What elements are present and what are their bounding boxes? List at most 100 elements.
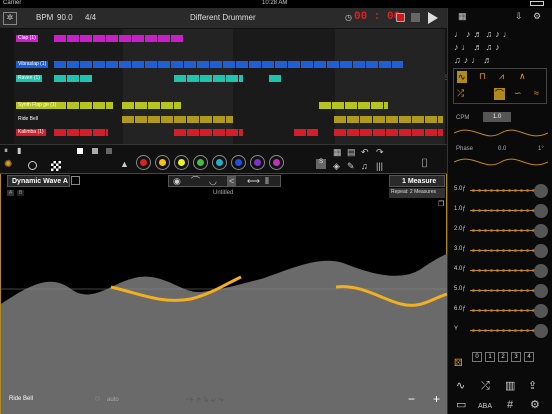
preset-name[interactable]: Untitled <box>213 190 233 196</box>
step-cell[interactable] <box>332 102 344 109</box>
color-swatch[interactable] <box>212 155 227 170</box>
step-cell[interactable] <box>106 61 118 68</box>
step-cell[interactable] <box>80 35 92 42</box>
track-row[interactable]: Clap (1) <box>14 34 444 43</box>
step-cell[interactable] <box>200 116 212 123</box>
step-cell[interactable] <box>412 129 424 136</box>
step-cell[interactable] <box>187 116 199 123</box>
step-cell[interactable] <box>226 116 233 123</box>
step-cell[interactable] <box>327 61 339 68</box>
step-cell[interactable] <box>135 116 147 123</box>
step-cell[interactable] <box>373 116 385 123</box>
step-cell[interactable] <box>161 116 173 123</box>
folder-icon[interactable]: ▭ <box>456 400 466 411</box>
step-cell[interactable] <box>213 129 225 136</box>
record-button[interactable] <box>396 13 405 22</box>
note-values[interactable]: ♩♪♬♫♪♩ ♪♩♬♫♪ ♫♪♩♬ <box>454 28 548 68</box>
stop-button[interactable] <box>411 13 420 22</box>
step-cell[interactable] <box>93 129 105 136</box>
zoom-out-button[interactable]: − <box>408 392 415 406</box>
piano-icon[interactable]: ▤ <box>347 147 356 157</box>
step-cell[interactable] <box>347 129 359 136</box>
columns-icon[interactable]: ⦀ <box>265 176 269 186</box>
download-icon[interactable]: ⇩ <box>515 11 523 21</box>
step-cell[interactable] <box>301 61 313 68</box>
step-cell[interactable] <box>184 61 196 68</box>
step-cell[interactable] <box>148 116 160 123</box>
step-cell[interactable] <box>171 35 183 42</box>
step-cell[interactable] <box>213 116 225 123</box>
slider-gear-icon[interactable] <box>534 244 548 258</box>
step-cell[interactable] <box>366 61 378 68</box>
step-cell[interactable] <box>119 61 131 68</box>
slider-gear-icon[interactable] <box>534 204 548 218</box>
track-row[interactable]: Synth Flap ge (1) <box>14 101 444 110</box>
square-white-icon[interactable] <box>77 148 83 154</box>
step-cell[interactable] <box>373 129 385 136</box>
step-cell[interactable] <box>334 116 346 123</box>
step-cell[interactable] <box>174 129 186 136</box>
step-cell[interactable] <box>340 61 352 68</box>
step-cell[interactable] <box>379 61 391 68</box>
expand-icon[interactable] <box>71 176 80 185</box>
circle-tool-icon[interactable] <box>28 161 37 170</box>
number-button[interactable]: 0 <box>472 352 482 362</box>
number-button[interactable]: 1 <box>485 352 495 362</box>
curve-c-icon[interactable]: ≈ <box>534 88 539 98</box>
step-cell[interactable] <box>93 35 105 42</box>
step-cell[interactable] <box>239 129 243 136</box>
step-cell[interactable] <box>106 129 108 136</box>
mixer-icon[interactable]: ▥ <box>505 381 515 392</box>
step-cell[interactable] <box>249 61 261 68</box>
track-label[interactable]: Raven (1) <box>16 75 42 82</box>
step-cell[interactable] <box>334 129 346 136</box>
song-title[interactable]: Different Drummer <box>190 13 256 22</box>
color-swatch[interactable] <box>155 155 170 170</box>
param-slider[interactable]: 4.0ƒ <box>448 260 552 282</box>
shape-preset-icons[interactable]: ⤳ ⤴ ⤵ ⤶ ⤷ <box>186 394 223 404</box>
step-cell[interactable] <box>360 129 372 136</box>
slider-gear-icon[interactable] <box>534 304 548 318</box>
number-button[interactable]: 3 <box>511 352 521 362</box>
step-cell[interactable] <box>54 61 66 68</box>
time-signature[interactable]: 4/4 <box>85 13 96 22</box>
step-cell[interactable] <box>288 61 300 68</box>
hash-icon[interactable]: # <box>507 400 513 411</box>
shuffle-icon[interactable]: ⤮ <box>481 381 490 392</box>
step-cell[interactable] <box>174 116 186 123</box>
track-row[interactable]: Vibraslap (1) <box>14 60 444 69</box>
gear-icon[interactable]: ⚙ <box>530 400 540 411</box>
step-cell[interactable] <box>223 61 235 68</box>
step-cell[interactable] <box>307 129 318 136</box>
auto-icon[interactable]: ◌ <box>95 394 100 404</box>
step-cell[interactable] <box>386 129 398 136</box>
track-label[interactable]: Clap (1) <box>16 35 38 42</box>
number-button[interactable]: 2 <box>498 352 508 362</box>
repeat-box[interactable]: Repeat: 2 Measures <box>389 188 445 198</box>
zoom-in-button[interactable]: + <box>433 392 440 406</box>
step-cell[interactable] <box>386 116 398 123</box>
step-cell[interactable] <box>438 129 443 136</box>
aba-button[interactable]: ABA <box>478 403 492 410</box>
step-cell[interactable] <box>200 129 212 136</box>
color-swatch[interactable] <box>269 155 284 170</box>
step-cell[interactable] <box>158 35 170 42</box>
step-cell[interactable] <box>392 61 403 68</box>
cpm-curve[interactable] <box>454 125 548 141</box>
step-cell[interactable] <box>187 129 199 136</box>
step-cell[interactable] <box>269 75 281 82</box>
step-cell[interactable] <box>200 75 212 82</box>
step-cell[interactable] <box>239 75 243 82</box>
step-cell[interactable] <box>132 61 144 68</box>
step-cell[interactable] <box>360 116 372 123</box>
step-cell[interactable] <box>93 102 105 109</box>
stop-icon[interactable]: ▮ <box>17 146 21 156</box>
step-cell[interactable] <box>226 75 238 82</box>
checker-icon[interactable] <box>51 161 61 171</box>
param-slider[interactable]: Y <box>448 320 552 342</box>
shape-selector[interactable]: ◉ ⌒ ◡ < ⟷ ⦀ <box>168 175 281 187</box>
step-cell[interactable] <box>145 35 157 42</box>
param-slider[interactable]: 5.0ƒ <box>448 280 552 302</box>
sequencer-grid[interactable]: Clap (1) Vibraslap (1) Raven (1) Synth Flap… <box>0 29 449 144</box>
step-cell[interactable] <box>54 129 66 136</box>
